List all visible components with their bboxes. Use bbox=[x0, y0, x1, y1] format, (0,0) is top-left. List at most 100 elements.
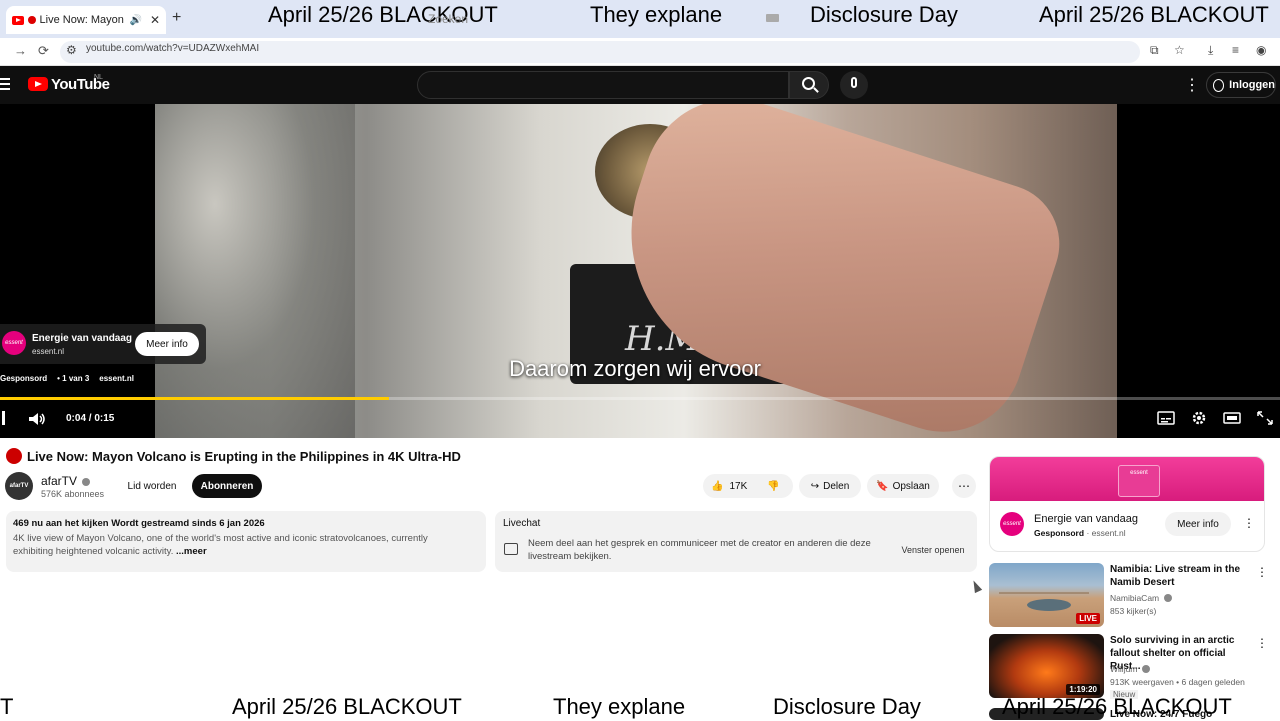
verified-icon bbox=[1141, 665, 1150, 673]
search-input[interactable] bbox=[417, 71, 789, 99]
recommendation-meta: 913K weergaven • 6 dagen geleden bbox=[1110, 677, 1245, 687]
ticker-text: April 25/26 BLACKOUT bbox=[1002, 694, 1232, 719]
recommendation-menu-icon[interactable]: ⋮ bbox=[1256, 565, 1268, 579]
search-placeholder: Zoeken bbox=[428, 12, 469, 26]
sidebar-ad-domain: · essent.nl bbox=[1086, 528, 1126, 538]
sidebar-ad-title[interactable]: Energie van vandaag bbox=[1034, 513, 1138, 525]
ad-count: • 1 van 3 bbox=[57, 374, 90, 383]
sidebar-ad-more-info-button[interactable]: Meer info bbox=[1165, 512, 1231, 536]
menu-icon[interactable] bbox=[0, 78, 10, 90]
description-stats: 469 nu aan het kijken Wordt gestreamd si… bbox=[13, 518, 265, 529]
settings-menu-icon[interactable]: ⋮ bbox=[1184, 75, 1200, 95]
recording-icon bbox=[27, 16, 36, 24]
forward-icon[interactable]: → bbox=[14, 43, 27, 58]
more-actions-icon[interactable]: ⋯ bbox=[952, 474, 976, 498]
wall-texture bbox=[155, 104, 355, 438]
essent-logo[interactable]: essent bbox=[1000, 512, 1024, 536]
playlist-icon[interactable]: ≡ bbox=[1232, 43, 1239, 57]
ticker-text: April 25/26 BLACKOUT bbox=[232, 694, 462, 719]
livechat-title: Livechat bbox=[503, 518, 541, 529]
video-player[interactable]: 2C H.M. D Daarom zorgen wij ervoor essen… bbox=[0, 104, 1280, 438]
chat-icon bbox=[504, 543, 518, 555]
sidebar-ad-card[interactable]: essent bbox=[989, 456, 1265, 552]
thumbs-down-icon[interactable]: 👎 bbox=[767, 481, 779, 492]
ad-meta-domain[interactable]: essent.nl bbox=[99, 374, 134, 383]
ticker-text: They explane bbox=[590, 2, 723, 27]
download-icon[interactable]: ⤓ bbox=[1208, 43, 1213, 58]
ad-title[interactable]: Energie van vandaag bbox=[32, 333, 132, 344]
recommendation-thumbnail[interactable]: 1:19:20 bbox=[989, 634, 1104, 698]
essent-logo[interactable]: essent bbox=[2, 331, 26, 355]
join-button[interactable]: Lid worden bbox=[116, 474, 188, 498]
verified-icon bbox=[1163, 594, 1172, 602]
reload-icon[interactable]: ⟳ bbox=[38, 43, 49, 59]
like-button[interactable]: 👍 17K 👎 bbox=[703, 474, 793, 498]
progress-bar[interactable] bbox=[0, 397, 1280, 400]
tab-title: Live Now: Mayon Volcano is Erupting in t… bbox=[39, 14, 126, 26]
sidebar-ad-banner[interactable]: essent bbox=[990, 457, 1264, 501]
subtitles-icon[interactable] bbox=[1157, 410, 1175, 426]
sidebar-ad-sponsored: Gesponsord bbox=[1034, 528, 1085, 538]
recommendation-channel-name[interactable]: NamibiaCam bbox=[1110, 593, 1159, 603]
subscribe-button[interactable]: Abonneren bbox=[192, 474, 262, 498]
volume-icon[interactable] bbox=[28, 412, 46, 426]
description-more-link[interactable]: ...meer bbox=[176, 546, 207, 557]
microphone-icon[interactable] bbox=[851, 77, 857, 88]
ticker-text: Disclosure Day bbox=[773, 694, 921, 719]
browser-tab[interactable]: Live Now: Mayon Volcano is Erupting in t… bbox=[6, 6, 166, 34]
open-chat-window-button[interactable]: Venster openen bbox=[895, 541, 971, 559]
recommendation-title[interactable]: Namibia: Live stream in the Namib Desert bbox=[1110, 563, 1250, 589]
url-text[interactable]: youtube.com/watch?v=UDAZWxehMAI bbox=[86, 43, 259, 54]
speaker-icon[interactable]: 🔊 bbox=[129, 15, 141, 26]
theater-mode-icon[interactable] bbox=[1223, 410, 1241, 426]
signin-button[interactable]: Inloggen bbox=[1206, 72, 1276, 98]
share-icon: ↪ bbox=[810, 480, 820, 492]
bookmark-icon: 🔖 bbox=[876, 480, 889, 492]
recommendation-menu-icon[interactable]: ⋮ bbox=[1256, 636, 1268, 650]
time-display: 0:04 / 0:15 bbox=[66, 413, 115, 424]
recommendation-channel[interactable]: NamibiaCam bbox=[1110, 593, 1172, 603]
search-icon[interactable] bbox=[802, 77, 815, 90]
share-button[interactable]: ↪ Delen bbox=[799, 474, 861, 498]
profile-icon[interactable]: ◉ bbox=[1256, 43, 1266, 57]
recommendation-channel[interactable]: Willjum bbox=[1110, 664, 1150, 674]
sidebar-ad-menu-icon[interactable]: ⋮ bbox=[1243, 516, 1255, 530]
recommendation-thumbnail[interactable]: LIVE bbox=[989, 563, 1104, 627]
essent-truck-image: essent bbox=[1118, 465, 1160, 497]
recommendation-meta: 853 kijker(s) bbox=[1110, 606, 1157, 616]
install-app-icon[interactable]: ⧉ bbox=[1150, 43, 1159, 58]
description-body: 4K live view of Mayon Volcano, one of th… bbox=[13, 533, 428, 557]
live-indicator-icon bbox=[6, 448, 22, 464]
bookmark-star-icon[interactable]: ☆ bbox=[1174, 43, 1185, 57]
finger bbox=[595, 104, 1075, 438]
recommendation-channel-name[interactable]: Willjum bbox=[1110, 664, 1137, 674]
fullscreen-icon[interactable] bbox=[1256, 410, 1274, 426]
youtube-logo-icon[interactable] bbox=[28, 77, 48, 91]
thumbs-up-icon: 👍 bbox=[711, 480, 724, 492]
verified-icon bbox=[82, 478, 91, 486]
channel-name-text[interactable]: afarTV bbox=[41, 474, 77, 488]
live-badge: LIVE bbox=[1076, 613, 1100, 624]
ticker-text: T bbox=[0, 694, 14, 719]
site-settings-icon[interactable]: ⚙ bbox=[66, 43, 77, 57]
ad-more-info-button[interactable]: Meer info bbox=[135, 332, 199, 356]
keyboard-icon[interactable] bbox=[766, 14, 779, 22]
close-tab-icon[interactable]: ✕ bbox=[150, 13, 160, 27]
sidebar-ad-subtitle: Gesponsord · essent.nl bbox=[1034, 528, 1126, 538]
ad-domain: essent.nl bbox=[32, 347, 65, 356]
channel-avatar[interactable]: afarTV bbox=[5, 472, 33, 500]
description-text[interactable]: 4K live view of Mayon Volcano, one of th… bbox=[13, 532, 453, 558]
save-label: Opslaan bbox=[892, 480, 930, 492]
video-frame: 2C H.M. D bbox=[155, 104, 1117, 438]
new-tab-button[interactable]: + bbox=[172, 9, 181, 27]
subscriber-count: 576K abonnees bbox=[41, 489, 105, 499]
region-code: NL bbox=[94, 74, 103, 81]
pause-icon[interactable] bbox=[2, 411, 5, 425]
ticker-text: Disclosure Day bbox=[810, 2, 958, 27]
livechat-text: Neem deel aan het gesprek en communiceer… bbox=[528, 538, 871, 562]
save-button[interactable]: 🔖 Opslaan bbox=[867, 474, 939, 498]
channel-name[interactable]: afarTV bbox=[41, 474, 91, 488]
progress-fill bbox=[0, 397, 390, 400]
settings-gear-icon[interactable] bbox=[1190, 410, 1208, 426]
ticker-text: They explane bbox=[553, 694, 686, 719]
